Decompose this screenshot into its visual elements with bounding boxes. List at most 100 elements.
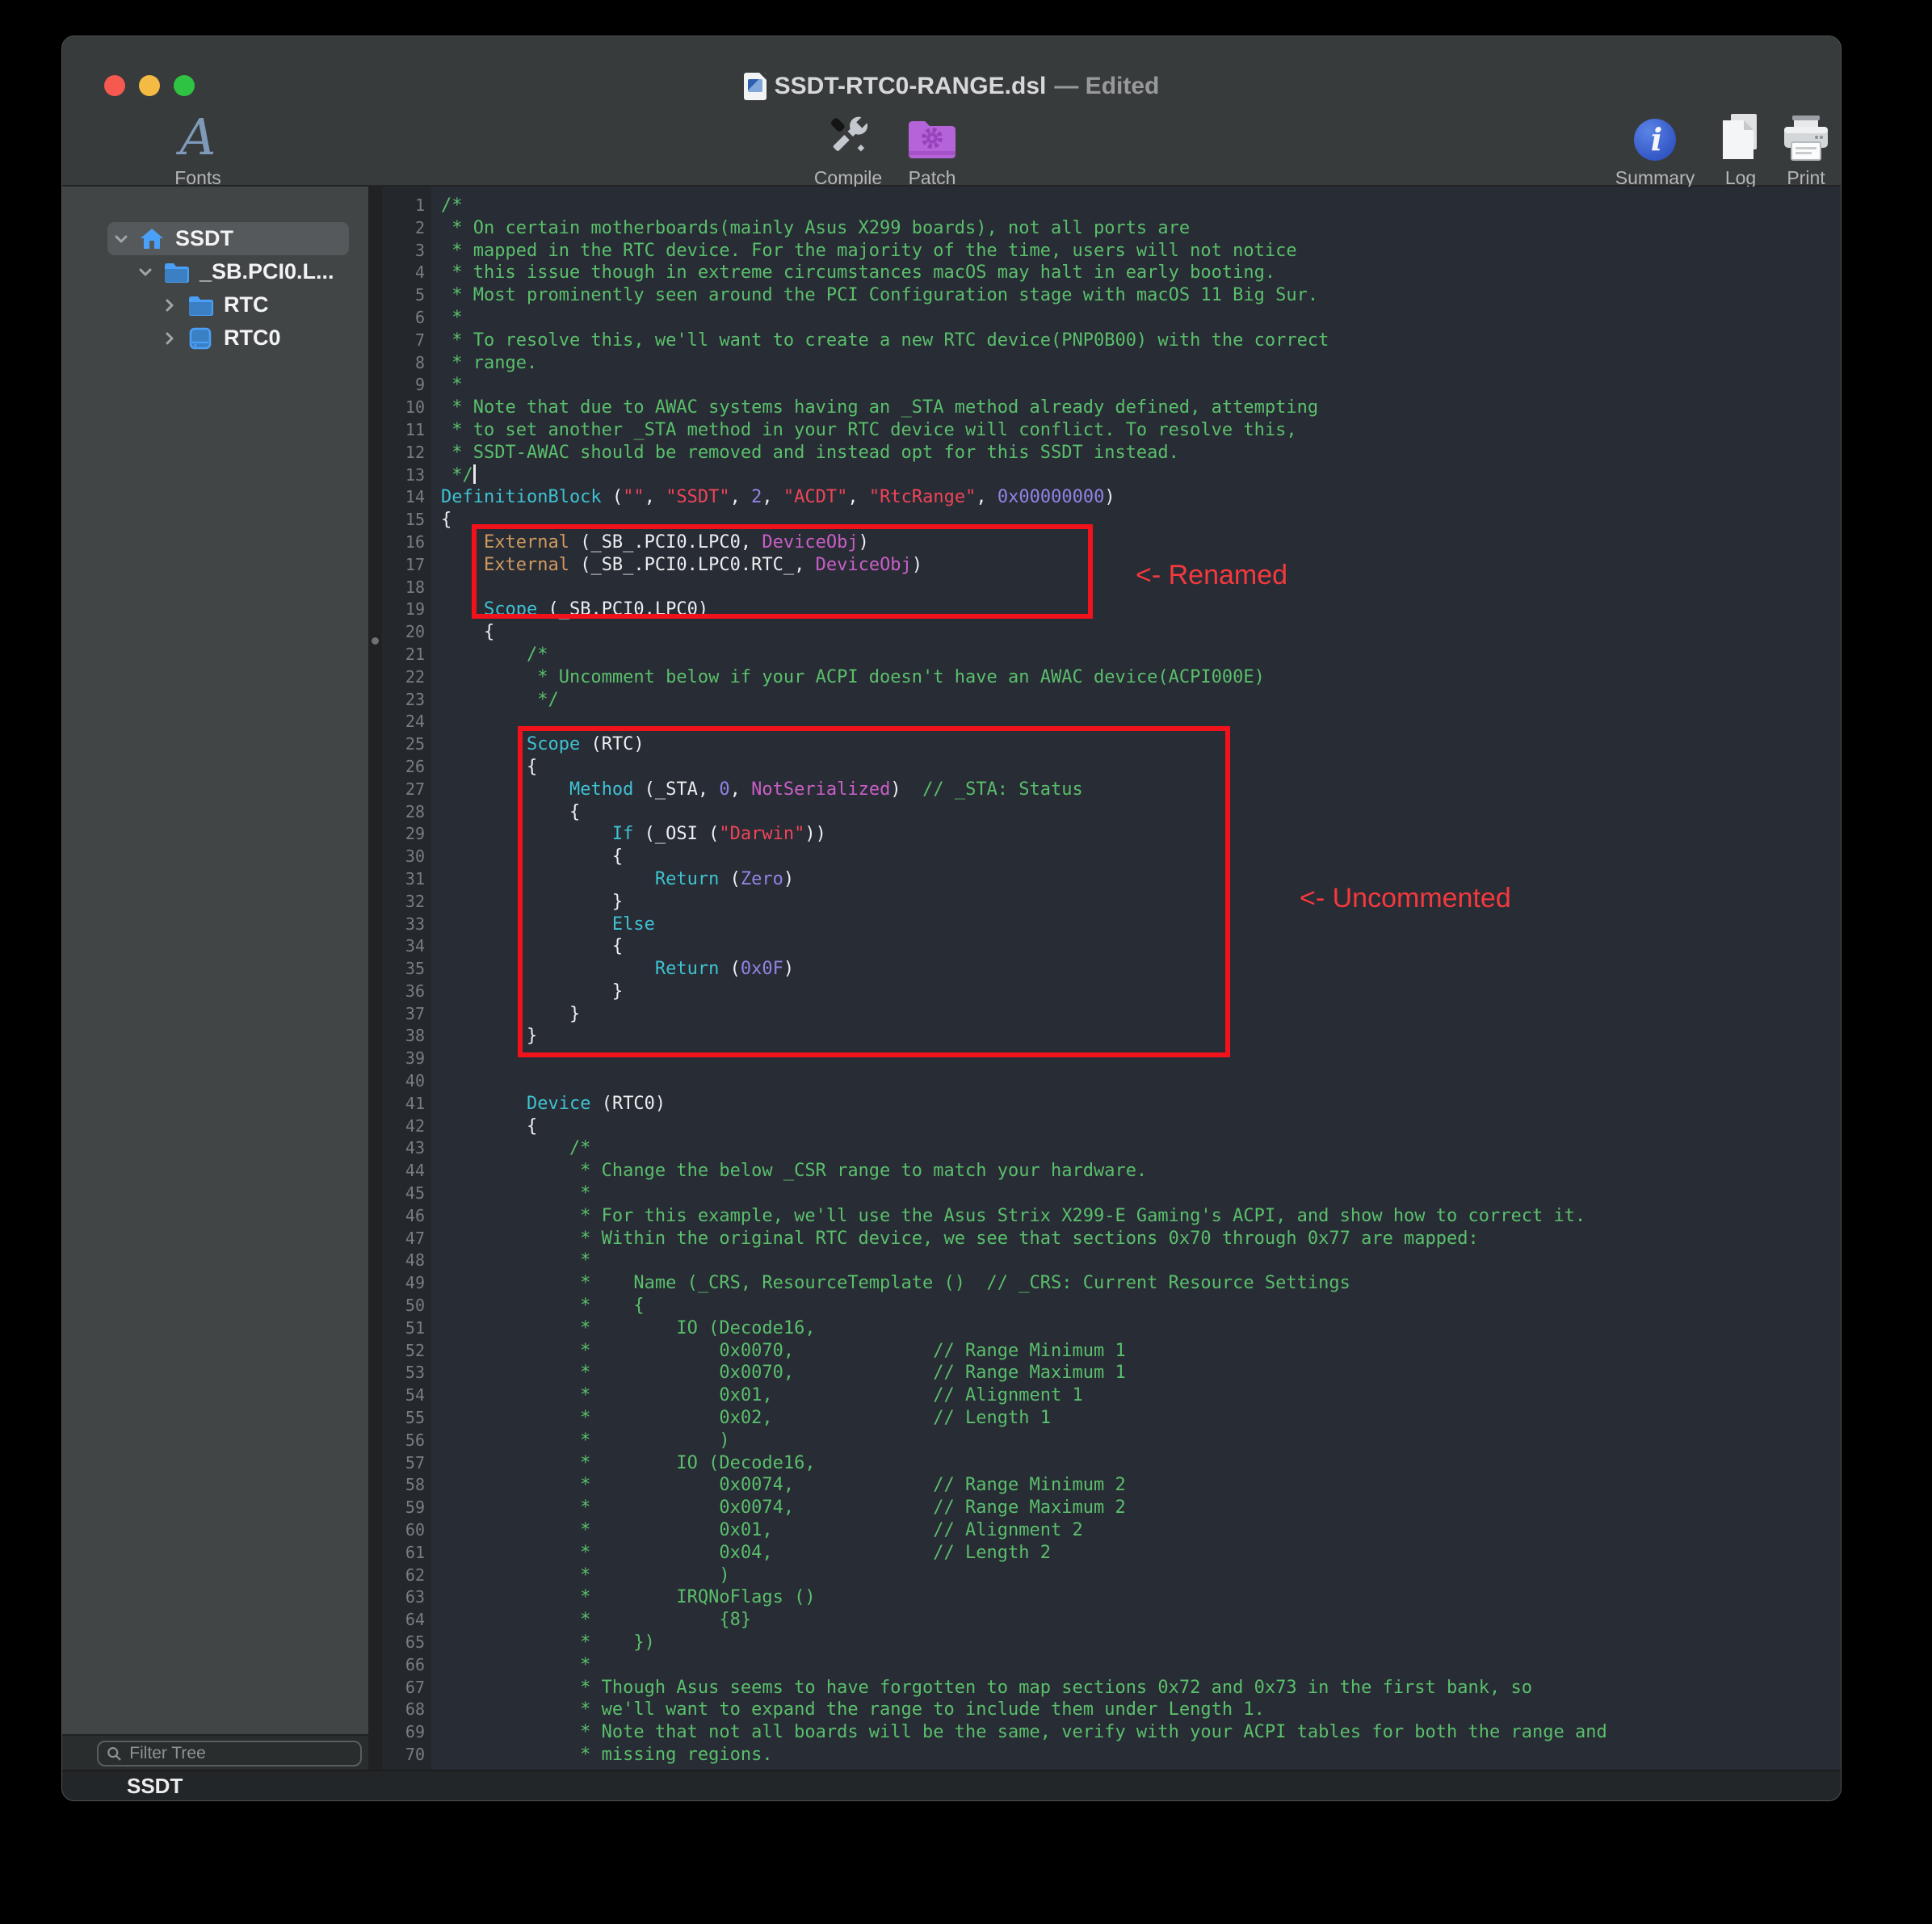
code-line: * — [441, 1250, 1841, 1272]
code-line: Scope (_SB.PCI0.LPC0) — [441, 599, 1841, 621]
line-number: 1 — [382, 195, 425, 217]
sidebar-item-rtc0[interactable]: RTC0 — [62, 321, 368, 355]
line-number: 6 — [382, 307, 425, 330]
pane-divider[interactable] — [368, 187, 382, 1770]
line-number: 61 — [382, 1542, 425, 1565]
code-line: * On certain motherboards(mainly Asus X2… — [441, 217, 1841, 240]
chevron-right-icon[interactable] — [162, 298, 177, 313]
sidebar-item-label: RTC — [224, 292, 269, 317]
line-number: 69 — [382, 1721, 425, 1744]
line-number: 53 — [382, 1362, 425, 1384]
line-number: 47 — [382, 1228, 425, 1250]
chevron-down-icon[interactable] — [114, 232, 128, 246]
code-line: } — [441, 981, 1841, 1003]
code-line: * Note that not all boards will be the s… — [441, 1721, 1841, 1744]
code-line: * Most prominently seen around the PCI C… — [441, 284, 1841, 307]
code-line: External (_SB_.PCI0.LPC0.RTC_, DeviceObj… — [441, 554, 1841, 577]
print-printer-icon — [1745, 107, 1842, 162]
fonts-button[interactable]: A Fonts — [137, 107, 258, 189]
line-number: 24 — [382, 711, 425, 733]
line-number: 38 — [382, 1025, 425, 1048]
line-number: 32 — [382, 891, 425, 914]
line-number: 20 — [382, 621, 425, 644]
code-line: /* — [441, 644, 1841, 666]
patch-folder-icon — [872, 107, 993, 162]
line-number: 5 — [382, 284, 425, 307]
print-label: Print — [1745, 167, 1842, 189]
code-line: * Uncomment below if your ACPI doesn't h… — [441, 666, 1841, 689]
code-line: */ — [441, 464, 1841, 487]
sidebar-item-label: RTC0 — [224, 326, 281, 351]
filter-tree-field[interactable] — [97, 1741, 362, 1766]
sidebar: SSDT _SB.PCI0.L... RTC RTC0 — [62, 187, 368, 1770]
sidebar-tree: SSDT _SB.PCI0.L... RTC RTC0 — [62, 187, 368, 355]
code-line: * 0x04, // Length 2 — [441, 1542, 1841, 1565]
code-line: { — [441, 1115, 1841, 1138]
sidebar-item-rtc[interactable]: RTC — [62, 288, 368, 321]
folder-icon — [187, 292, 213, 318]
print-button[interactable]: Print — [1745, 107, 1842, 189]
code-line: * {8} — [441, 1609, 1841, 1632]
code-line: } — [441, 891, 1841, 914]
code-line: * 0x0074, // Range Minimum 2 — [441, 1474, 1841, 1497]
code-line — [441, 1048, 1841, 1070]
titlebar: SSDT-RTC0-RANGE.dsl — Edited — [62, 72, 1841, 101]
main-content: SSDT_SB.PCI0.L...RTCRTC0 123456789101112… — [62, 187, 1841, 1770]
code-line: * { — [441, 1295, 1841, 1317]
code-line: * — [441, 374, 1841, 397]
line-number: 58 — [382, 1474, 425, 1497]
code-line: * to set another _STA method in your RTC… — [441, 419, 1841, 442]
code-line: * 0x02, // Length 1 — [441, 1407, 1841, 1430]
sidebar-item-ssdt[interactable]: SSDT — [107, 222, 349, 255]
divider-handle-dot[interactable] — [372, 637, 379, 645]
code-line: * range. — [441, 352, 1841, 375]
code-line: * 0x01, // Alignment 1 — [441, 1384, 1841, 1407]
patch-button[interactable]: Patch — [872, 107, 993, 189]
code-line — [441, 1070, 1841, 1093]
device-icon — [187, 326, 213, 351]
line-number: 37 — [382, 1003, 425, 1026]
line-number: 60 — [382, 1519, 425, 1542]
code-line: * missing regions. — [441, 1744, 1841, 1766]
code-line: Method (_STA, 0, NotSerialized) // _STA:… — [441, 779, 1841, 801]
line-number: 23 — [382, 689, 425, 712]
line-number: 15 — [382, 509, 425, 531]
line-number: 55 — [382, 1407, 425, 1430]
line-number: 48 — [382, 1250, 425, 1272]
code-editor[interactable]: /* * On certain motherboards(mainly Asus… — [431, 187, 1841, 1770]
code-line: * 0x0074, // Range Maximum 2 — [441, 1497, 1841, 1519]
home-icon — [139, 226, 165, 252]
chevron-down-icon[interactable] — [138, 265, 153, 279]
sidebar-item-sbpci0l[interactable]: _SB.PCI0.L... — [62, 255, 368, 288]
filter-tree-input[interactable] — [128, 1743, 352, 1764]
code-line: * ) — [441, 1430, 1841, 1452]
code-line: { — [441, 801, 1841, 824]
code-line: * IO (Decode16, — [441, 1452, 1841, 1475]
app-window: SSDT-RTC0-RANGE.dsl — Edited A Fonts — [61, 36, 1842, 1801]
line-number: 56 — [382, 1430, 425, 1452]
code-line: { — [441, 509, 1841, 531]
code-line: * this issue though in extreme circumsta… — [441, 262, 1841, 284]
line-number: 10 — [382, 397, 425, 419]
status-bar: SSDT — [62, 1770, 1841, 1800]
window-title-edited-suffix: — Edited — [1054, 73, 1159, 100]
line-number: 52 — [382, 1340, 425, 1363]
code-line: External (_SB_.PCI0.LPC0, DeviceObj) — [441, 531, 1841, 554]
line-number: 11 — [382, 419, 425, 442]
code-line: * IO (Decode16, — [441, 1317, 1841, 1340]
code-line: * }) — [441, 1632, 1841, 1654]
line-number: 59 — [382, 1497, 425, 1519]
code-line: /* — [441, 195, 1841, 217]
line-number: 39 — [382, 1048, 425, 1070]
line-number: 45 — [382, 1183, 425, 1205]
patch-label: Patch — [872, 167, 993, 189]
code-line: DefinitionBlock ("", "SSDT", 2, "ACDT", … — [441, 486, 1841, 509]
sidebar-item-label: _SB.PCI0.L... — [200, 259, 334, 284]
code-line: * SSDT-AWAC should be removed and instea… — [441, 442, 1841, 464]
chevron-right-icon[interactable] — [162, 331, 177, 346]
gutter: 1234567891011121314151617181920212223242… — [382, 187, 431, 1770]
code-line: * ) — [441, 1565, 1841, 1587]
line-number: 57 — [382, 1452, 425, 1475]
code-line: * IRQNoFlags () — [441, 1586, 1841, 1609]
line-number: 70 — [382, 1744, 425, 1766]
